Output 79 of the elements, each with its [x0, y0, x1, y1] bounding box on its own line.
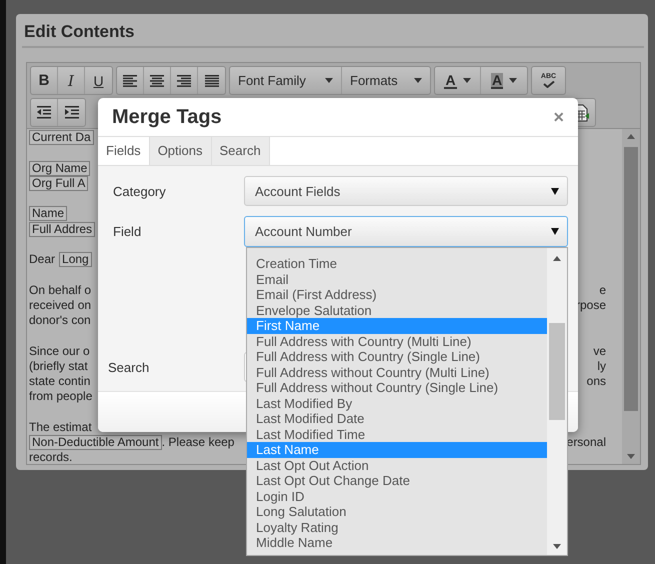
list-option[interactable]: Last Name	[247, 442, 547, 458]
body-text: On behalf o	[29, 282, 92, 298]
list-option[interactable]: Full Address without Country (Single Line)	[247, 380, 547, 396]
outdent-icon[interactable]	[36, 106, 52, 119]
dialog-title: Merge Tags	[112, 106, 222, 128]
caret-icon	[551, 228, 559, 235]
body-text: ve	[593, 344, 606, 359]
field-label: Category	[113, 184, 167, 198]
list-option[interactable]: Email	[247, 272, 547, 287]
caret-icon	[551, 188, 559, 194]
list-option[interactable]: Middle Name	[247, 535, 547, 550]
body-text: donor's con	[29, 313, 91, 328]
body-text: from people	[29, 389, 92, 404]
list-option[interactable]: Last Opt Out Action	[247, 458, 547, 473]
body-text: The estimat	[29, 420, 92, 435]
list-option[interactable]: Loyalty Rating	[247, 520, 547, 535]
list-option[interactable]: First Name	[247, 318, 547, 334]
merge-tag: Org Name	[29, 160, 90, 176]
body-text: ersonal	[566, 435, 606, 450]
justify-icon[interactable]	[204, 74, 220, 88]
align-left-icon[interactable]	[122, 74, 138, 88]
scroll-down-icon[interactable]	[627, 454, 635, 459]
body-text: Dear	[29, 252, 56, 268]
font-family-dropdown[interactable]: Font Family	[230, 67, 342, 94]
tab[interactable]: Search	[212, 137, 270, 165]
align-right-icon[interactable]	[176, 74, 192, 88]
list-option[interactable]: Last Modified By	[247, 396, 547, 411]
body-text: . Please keep	[162, 435, 234, 450]
text-color-button[interactable]: A	[435, 67, 481, 94]
align-center-icon[interactable]	[149, 74, 165, 88]
formats-dropdown[interactable]: Formats	[342, 67, 430, 94]
underline-button[interactable]: U	[85, 67, 112, 94]
body-text: records.	[29, 450, 72, 466]
list-option[interactable]: Full Address without Country (Multi Line)	[247, 364, 547, 380]
close-button[interactable]: ×	[553, 106, 564, 128]
body-text: (briefly stat	[29, 358, 88, 374]
merge-tag: Non-Deductible Amount	[29, 435, 162, 450]
list-option[interactable]: Full Address with Country (Single Line)	[247, 349, 547, 364]
merge-tag: Full Addres	[29, 222, 96, 237]
merge-tag: Name	[29, 206, 68, 222]
check-icon	[542, 81, 554, 88]
field-label: Field	[113, 224, 142, 239]
list-option[interactable]: Last Opt Out Change Date	[247, 473, 547, 488]
scroll-down-icon[interactable]	[553, 544, 561, 549]
caret-icon	[509, 78, 518, 83]
panel-title: Edit Contents	[22, 22, 644, 48]
list-option[interactable]: Last Modified Date	[247, 411, 547, 426]
indent-icon[interactable]	[64, 106, 80, 119]
body-text: ly	[597, 358, 606, 374]
merge-tag: Long	[59, 252, 92, 268]
merge-tag: Org Full A	[29, 176, 88, 191]
list-option[interactable]: Login ID	[247, 488, 547, 504]
tab[interactable]: Options	[150, 137, 212, 165]
scroll-up-icon[interactable]	[627, 134, 635, 139]
category-select[interactable]: Account Fields	[244, 176, 568, 206]
merge-tag: Current Da	[29, 130, 94, 146]
body-text: received on	[29, 298, 92, 313]
list-option[interactable]: Envelope Salutation	[247, 302, 547, 318]
scrollbar[interactable]	[622, 129, 640, 464]
italic-button[interactable]: I	[58, 67, 85, 94]
field-select[interactable]: Account Number	[244, 216, 568, 247]
list-option[interactable]: Email (First Address)	[247, 287, 547, 302]
body-text: state contin	[29, 374, 90, 390]
scroll-up-icon[interactable]	[553, 256, 561, 261]
scrollbar[interactable]	[547, 248, 567, 555]
body-text: e	[599, 282, 606, 298]
caret-icon	[325, 78, 333, 83]
background-color-button[interactable]: A	[481, 67, 527, 94]
list-option[interactable]: Creation Time	[247, 256, 547, 272]
caret-icon	[414, 78, 422, 83]
field-label: Search	[108, 360, 150, 374]
caret-icon	[462, 78, 471, 83]
body-text: Since our o	[29, 344, 90, 359]
bold-button[interactable]: B	[31, 67, 58, 94]
body-text: ons	[586, 374, 606, 390]
tab[interactable]: Fields	[98, 137, 150, 165]
list-option[interactable]: Long Salutation	[247, 504, 547, 520]
list-option[interactable]: Last Modified Time	[247, 426, 547, 442]
list-option[interactable]: Full Address with Country (Multi Line)	[247, 334, 547, 349]
